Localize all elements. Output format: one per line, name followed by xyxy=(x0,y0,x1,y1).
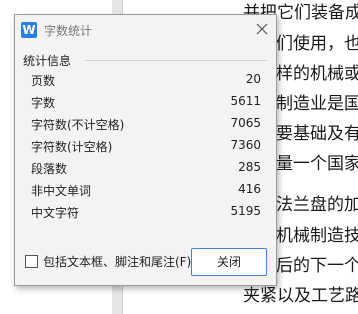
stat-row-chinese-chars: 中文字符 5195 xyxy=(31,201,261,223)
stat-row-non-chinese-words: 非中文单词 416 xyxy=(31,179,261,201)
include-textboxes-checkbox[interactable] xyxy=(25,255,38,268)
include-textboxes-footnotes-option[interactable]: 包括文本框、脚注和尾注(F) xyxy=(25,253,215,271)
close-icon[interactable] xyxy=(253,20,271,38)
document-text-line: 要基础及有 xyxy=(276,124,358,144)
stat-row-paragraphs: 段落数 285 xyxy=(31,157,261,179)
document-text-line: 样的机械或 xyxy=(276,64,358,84)
section-divider xyxy=(85,60,267,61)
document-text-line: 夹紧以及工艺路 xyxy=(243,286,358,306)
stat-row-chars-no-spaces: 字符数(不计空格) 7065 xyxy=(31,113,261,135)
include-textboxes-label[interactable]: 包括文本框、脚注和尾注(F) xyxy=(43,253,191,270)
stat-label: 字符数(不计空格) xyxy=(31,118,125,132)
stat-label: 中文字符 xyxy=(31,206,80,220)
document-text-line: 量一个国家 xyxy=(276,154,358,174)
stat-value: 7065 xyxy=(230,116,261,130)
word-count-dialog: W 字数统计 统计信息 页数 20 字数 5611 字符数(不计空格) 7065… xyxy=(14,14,277,286)
stat-value: 20 xyxy=(245,72,261,86)
stat-label: 页数 xyxy=(31,74,56,88)
dialog-titlebar[interactable]: W 字数统计 xyxy=(15,15,276,45)
stat-value: 5195 xyxy=(230,204,261,218)
dialog-title: 字数统计 xyxy=(44,24,93,38)
document-text-line: 后的下一个 xyxy=(276,256,358,276)
document-text-line: 机械制造技 xyxy=(276,226,358,246)
stat-row-pages: 页数 20 xyxy=(31,69,261,91)
stat-value: 7360 xyxy=(230,138,261,152)
document-text-line: 制造业是国 xyxy=(276,94,358,114)
stat-label: 段落数 xyxy=(31,162,68,176)
document-text-line: 们使用，也 xyxy=(276,34,358,54)
wps-writer-icon: W xyxy=(21,22,37,38)
stat-label: 非中文单词 xyxy=(31,184,92,198)
stat-label: 字数 xyxy=(31,96,56,110)
stat-row-chars-with-spaces: 字符数(计空格) 7360 xyxy=(31,135,261,157)
stat-row-words: 字数 5611 xyxy=(31,91,261,113)
stat-value: 285 xyxy=(238,160,261,174)
section-title: 统计信息 xyxy=(23,54,72,68)
document-text-line: 法兰盘的加 xyxy=(276,195,358,215)
stat-value: 416 xyxy=(238,182,261,196)
stat-value: 5611 xyxy=(230,94,261,108)
close-button[interactable]: 关闭 xyxy=(191,248,267,276)
stat-label: 字符数(计空格) xyxy=(31,140,113,154)
